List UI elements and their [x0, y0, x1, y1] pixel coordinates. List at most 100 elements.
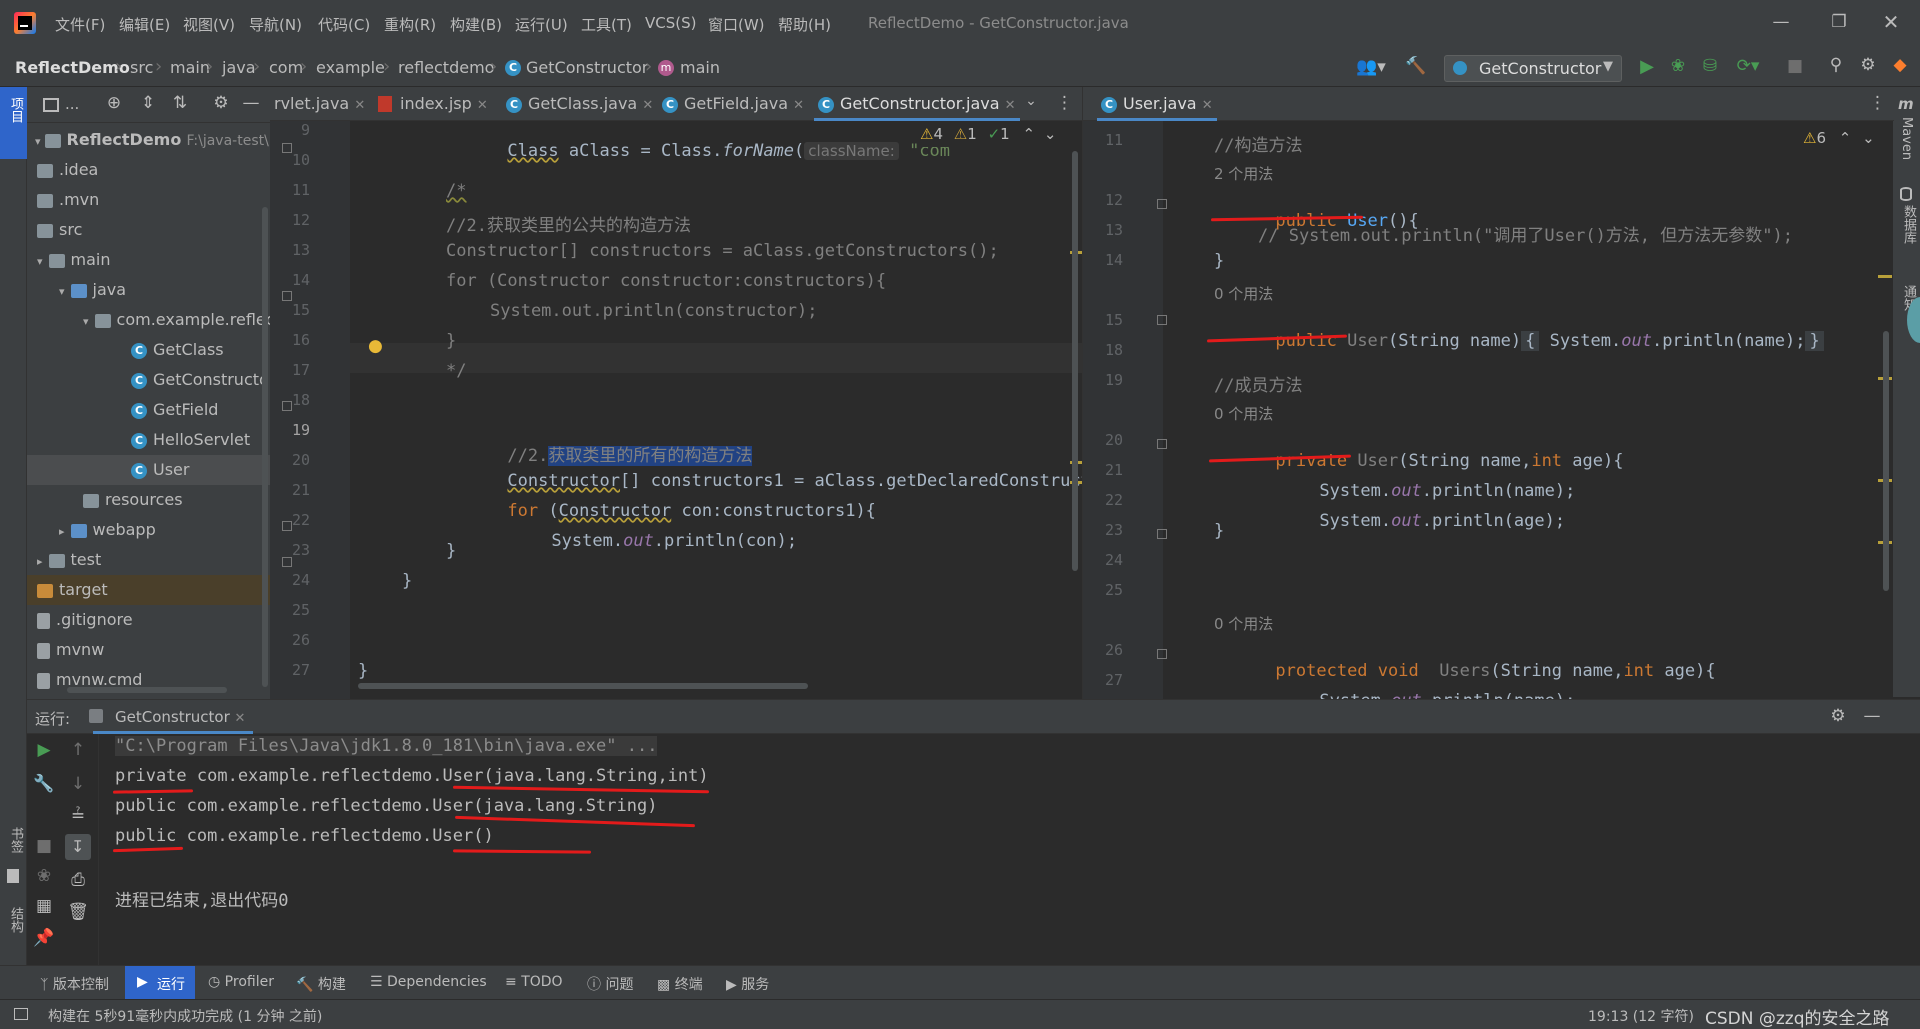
breadcrumb-com[interactable]: com — [269, 58, 303, 77]
tree-item-java[interactable]: ▾ java — [27, 275, 270, 305]
tool-terminal[interactable]: ▩ 终端 — [657, 974, 703, 994]
tab-close-icon[interactable]: ✕ — [235, 711, 246, 726]
editor-right-vscrollbar[interactable] — [1883, 331, 1889, 591]
build-hammer-icon[interactable]: 🔨 — [1403, 56, 1429, 76]
tool-profiler[interactable]: ◷ Profiler — [208, 974, 274, 990]
tab-index-jsp[interactable]: index.jsp ✕ — [378, 87, 488, 121]
tab-close-icon[interactable]: ✕ — [354, 98, 365, 113]
tool-dependencies[interactable]: ☰ Dependencies — [370, 974, 487, 990]
tab-close-icon[interactable]: ✕ — [477, 98, 488, 113]
gear-icon[interactable]: ⚙ — [210, 93, 232, 113]
fold-icon[interactable] — [1157, 315, 1167, 325]
tree-item-resources[interactable]: resources — [27, 485, 270, 515]
profile-icon[interactable]: ⟳▾ — [1730, 56, 1766, 76]
project-view-selector[interactable]: ... — [65, 95, 79, 113]
menu-code[interactable]: 代码(C) — [318, 14, 370, 35]
bookmarks-tool-label[interactable]: 书签 — [6, 827, 25, 853]
tool-todo[interactable]: ≡ TODO — [505, 974, 563, 990]
tree-item-user[interactable]: C User — [27, 455, 270, 485]
status-message[interactable]: 构建在 5秒91毫秒内成功完成 (1 分钟 之前) — [48, 1006, 322, 1026]
tree-item-getclass[interactable]: C GetClass — [27, 335, 270, 365]
usages-hint[interactable]: 2 个用法 — [1214, 163, 1273, 184]
pin-icon[interactable]: 📌 — [33, 928, 55, 948]
tree-item-main[interactable]: ▾ main — [27, 245, 270, 275]
stop-icon[interactable]: ■ — [1784, 56, 1806, 76]
tree-item-gitignore[interactable]: .gitignore — [27, 605, 270, 635]
settings-icon[interactable]: ⚙ — [1855, 55, 1881, 75]
tab-close-icon[interactable]: ✕ — [1005, 98, 1016, 113]
fold-icon[interactable] — [282, 143, 292, 153]
tool-version-control[interactable]: ᛉ 版本控制 — [40, 974, 109, 994]
coverage-icon[interactable]: ⛁ — [1698, 56, 1722, 76]
jetbrains-toolbox-icon[interactable]: ◆ — [1887, 55, 1913, 75]
breadcrumb-example[interactable]: example — [316, 58, 385, 77]
tree-item-idea[interactable]: .idea — [27, 155, 270, 185]
tab-list-chevron-icon[interactable]: ⌄ — [1020, 93, 1042, 109]
more-actions-icon[interactable]: ⋮ — [1869, 93, 1886, 113]
inspection-widget[interactable]: ⚠6 ⌃ ⌄ — [1803, 129, 1875, 147]
fold-icon[interactable] — [282, 401, 292, 411]
structure-tool-label[interactable]: 结构 — [6, 907, 25, 933]
menu-run[interactable]: 运行(U) — [515, 14, 568, 35]
menu-tools[interactable]: 工具(T) — [581, 14, 632, 35]
caret-position[interactable]: 19:13 (12 字符) — [1588, 1006, 1694, 1026]
chevron-up-icon[interactable]: ⌃ — [1839, 129, 1852, 147]
project-hscrollbar[interactable] — [67, 687, 227, 693]
menu-window[interactable]: 窗口(W) — [708, 14, 765, 35]
fold-icon[interactable] — [1157, 529, 1167, 539]
tab-close-icon[interactable]: ✕ — [642, 98, 653, 113]
menu-edit[interactable]: 编辑(E) — [119, 14, 170, 35]
hide-panel-icon[interactable]: — — [240, 93, 262, 113]
breadcrumb-main[interactable]: main — [170, 58, 210, 77]
print-icon[interactable]: ⎙ — [67, 870, 89, 890]
menu-vcs[interactable]: VCS(S) — [645, 14, 696, 32]
breadcrumb-class[interactable]: GetConstructor — [526, 58, 648, 77]
tree-item-getconstructor[interactable]: C GetConstructor — [27, 365, 270, 395]
breadcrumb-method[interactable]: main — [680, 58, 720, 77]
tree-item-getfield[interactable]: C GetField — [27, 395, 270, 425]
close-icon[interactable]: ✕ — [1876, 10, 1906, 34]
tree-item-root[interactable]: ▾ReflectDemo F:\java-test\Reflec — [27, 125, 270, 155]
more-actions-icon[interactable]: ⋮ — [1056, 93, 1073, 113]
chevron-down-icon[interactable]: ⌄ — [1862, 129, 1875, 147]
scroll-up-icon[interactable]: ↑ — [67, 740, 89, 760]
hide-panel-icon[interactable]: — — [1861, 706, 1883, 726]
chevron-up-icon[interactable]: ⌃ — [1022, 125, 1035, 143]
project-tool-button[interactable]: 项目 — [0, 87, 27, 159]
search-icon[interactable]: ⚲ — [1823, 55, 1849, 75]
tab-servlet[interactable]: rvlet.java ✕ — [274, 87, 365, 121]
editor-left-vscrollbar[interactable] — [1072, 151, 1078, 571]
menu-navigate[interactable]: 导航(N) — [249, 14, 302, 35]
menu-view[interactable]: 视图(V) — [183, 14, 235, 35]
expand-all-icon[interactable]: ⇕ — [137, 93, 159, 113]
fold-icon[interactable] — [1157, 439, 1167, 449]
editor-left-hscrollbar[interactable] — [358, 683, 808, 689]
soft-wrap-icon[interactable]: ≟ — [67, 806, 89, 826]
trash-icon[interactable]: 🗑 — [67, 902, 89, 922]
tool-problems[interactable]: ⓘ 问题 — [587, 974, 633, 994]
usages-hint[interactable]: 0 个用法 — [1214, 283, 1273, 304]
menu-build[interactable]: 构建(B) — [450, 14, 502, 35]
tree-item-helloservlet[interactable]: C HelloServlet — [27, 425, 270, 455]
rerun-icon[interactable]: ▶ — [33, 740, 55, 760]
fold-icon[interactable] — [1157, 649, 1167, 659]
tree-item-webapp[interactable]: ▸ webapp — [27, 515, 270, 545]
tree-item-test[interactable]: ▸ test — [27, 545, 270, 575]
menu-help[interactable]: 帮助(H) — [778, 14, 831, 35]
fold-icon[interactable] — [282, 521, 292, 531]
tree-item-package[interactable]: ▾ com.example.reflec — [27, 305, 270, 335]
tab-close-icon[interactable]: ✕ — [1202, 98, 1213, 113]
error-stripe-mark[interactable] — [1878, 275, 1892, 278]
project-view-icon[interactable] — [43, 98, 59, 112]
collapse-all-icon[interactable]: ⇅ — [169, 93, 191, 113]
tab-close-icon[interactable]: ✕ — [793, 98, 804, 113]
fold-icon[interactable] — [1157, 199, 1167, 209]
tab-user[interactable]: C User.java ✕ — [1097, 87, 1217, 121]
settings-gear-icon[interactable]: ⚙ — [1827, 706, 1849, 726]
menu-refactor[interactable]: 重构(R) — [384, 14, 436, 35]
minimize-icon[interactable]: — — [1766, 12, 1796, 32]
usages-hint[interactable]: 0 个用法 — [1214, 403, 1273, 424]
tab-getfield[interactable]: C GetField.java ✕ — [662, 87, 804, 121]
chevron-down-icon[interactable]: ⌄ — [1044, 125, 1057, 143]
run-icon[interactable]: ▶ — [1636, 56, 1658, 77]
